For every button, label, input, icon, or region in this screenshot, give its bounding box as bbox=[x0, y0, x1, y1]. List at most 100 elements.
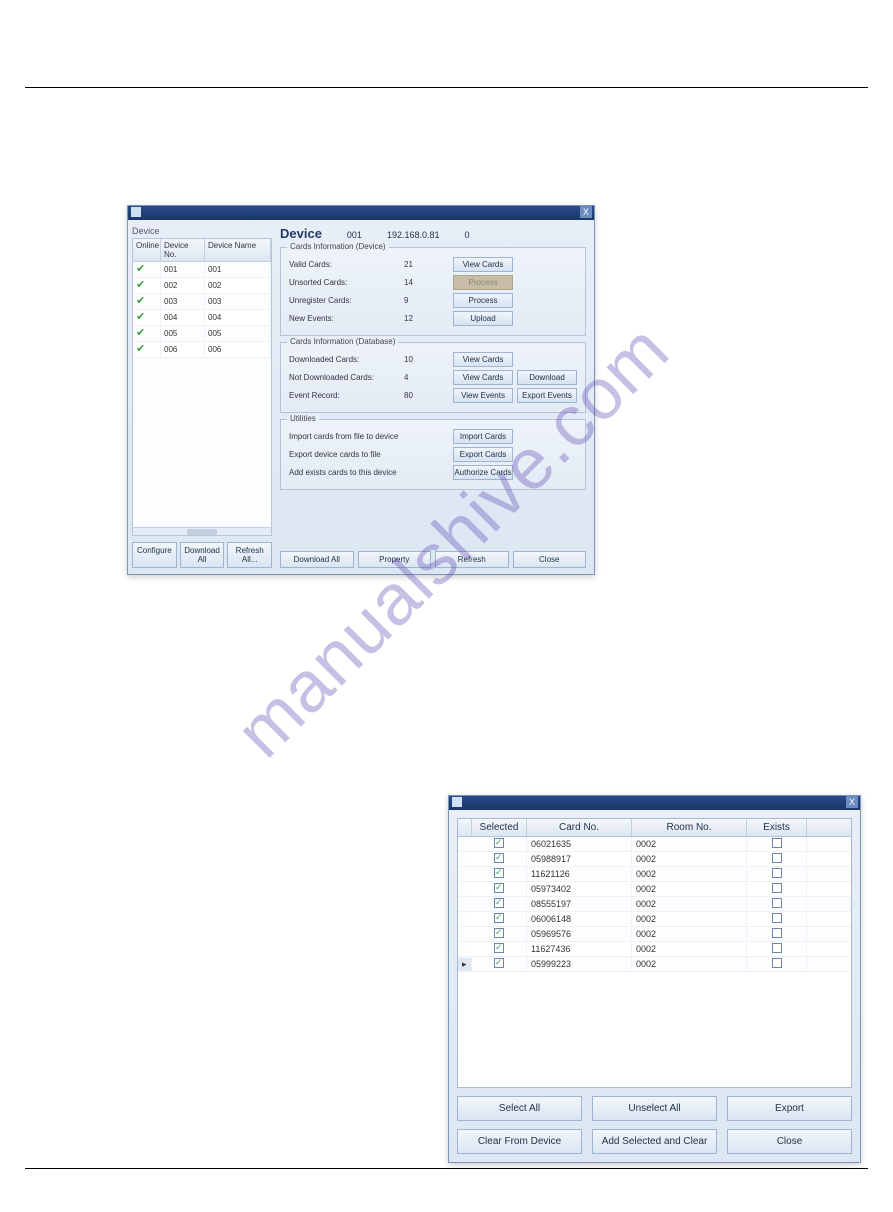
col-device-no[interactable]: Device No. bbox=[161, 239, 205, 261]
col-room-no[interactable]: Room No. bbox=[632, 819, 747, 836]
utility-action-button[interactable]: Import Cards bbox=[453, 429, 513, 444]
card-no-cell: 11621126 bbox=[527, 868, 632, 880]
device-name-cell: 003 bbox=[205, 295, 271, 308]
cards-device-legend: Cards Information (Device) bbox=[287, 242, 389, 251]
exists-checkbox[interactable] bbox=[772, 928, 782, 938]
configure-button[interactable]: Configure bbox=[132, 542, 177, 568]
row-marker bbox=[458, 888, 472, 890]
info-row: Not Downloaded Cards: 4 View CardsDownlo… bbox=[289, 370, 577, 385]
card-no-cell: 05999223 bbox=[527, 958, 632, 970]
exists-checkbox[interactable] bbox=[772, 898, 782, 908]
device-list-row[interactable]: ✔ 001 001 bbox=[133, 262, 271, 278]
info-action-button[interactable]: View Cards bbox=[453, 257, 513, 272]
col-online[interactable]: Online bbox=[133, 239, 161, 261]
exists-checkbox[interactable] bbox=[772, 913, 782, 923]
card-no-cell: 08555197 bbox=[527, 898, 632, 910]
info-action-button[interactable]: Process bbox=[453, 293, 513, 308]
close-button[interactable]: Close bbox=[513, 551, 587, 568]
close-icon[interactable]: X bbox=[580, 206, 592, 218]
close-button[interactable]: Close bbox=[727, 1129, 852, 1154]
selected-checkbox[interactable] bbox=[494, 943, 504, 953]
selected-checkbox[interactable] bbox=[494, 838, 504, 848]
device-list-row[interactable]: ✔ 006 006 bbox=[133, 342, 271, 358]
device-list-row[interactable]: ✔ 002 002 bbox=[133, 278, 271, 294]
info-action-button[interactable]: Upload bbox=[453, 311, 513, 326]
add-selected-clear-button[interactable]: Add Selected and Clear bbox=[592, 1129, 717, 1154]
info-value: 14 bbox=[404, 278, 449, 287]
bottom-download-all-button[interactable]: Download All bbox=[280, 551, 354, 568]
refresh-all-button[interactable]: Refresh All... bbox=[227, 542, 272, 568]
device-list-row[interactable]: ✔ 005 005 bbox=[133, 326, 271, 342]
exists-checkbox[interactable] bbox=[772, 853, 782, 863]
info-label: Downloaded Cards: bbox=[289, 355, 404, 364]
exists-checkbox[interactable] bbox=[772, 883, 782, 893]
info-action-button[interactable]: View Cards bbox=[453, 352, 513, 367]
download-all-button[interactable]: Download All bbox=[180, 542, 225, 568]
clear-from-device-button[interactable]: Clear From Device bbox=[457, 1129, 582, 1154]
row-marker bbox=[458, 873, 472, 875]
selected-checkbox[interactable] bbox=[494, 853, 504, 863]
app-icon bbox=[452, 797, 462, 807]
grid-row[interactable]: 11627436 0002 bbox=[458, 942, 851, 957]
utility-action-button[interactable]: Export Cards bbox=[453, 447, 513, 462]
grid-row[interactable]: 06021635 0002 bbox=[458, 837, 851, 852]
info-label: Valid Cards: bbox=[289, 260, 404, 269]
export-button[interactable]: Export bbox=[727, 1096, 852, 1121]
refresh-button[interactable]: Refresh bbox=[435, 551, 509, 568]
device-management-dialog: X Device Online Device No. Device Name ✔… bbox=[127, 205, 595, 575]
info-row: Downloaded Cards: 10 View Cards bbox=[289, 352, 577, 367]
grid-row[interactable]: 08555197 0002 bbox=[458, 897, 851, 912]
selected-checkbox[interactable] bbox=[494, 958, 504, 968]
device-name-cell: 006 bbox=[205, 343, 271, 356]
selected-checkbox[interactable] bbox=[494, 913, 504, 923]
card-no-cell: 06021635 bbox=[527, 838, 632, 850]
selected-checkbox[interactable] bbox=[494, 898, 504, 908]
selected-checkbox[interactable] bbox=[494, 928, 504, 938]
device-list-row[interactable]: ✔ 003 003 bbox=[133, 294, 271, 310]
info-action-button-2[interactable]: Download bbox=[517, 370, 577, 385]
info-action-button[interactable]: View Cards bbox=[453, 370, 513, 385]
device-no-cell: 004 bbox=[161, 311, 205, 324]
utility-label: Add exists cards to this device bbox=[289, 468, 449, 477]
grid-row[interactable]: 05973402 0002 bbox=[458, 882, 851, 897]
device-name-cell: 004 bbox=[205, 311, 271, 324]
grid-row[interactable]: 11621126 0002 bbox=[458, 867, 851, 882]
info-row: Unregister Cards: 9 Process bbox=[289, 293, 577, 308]
col-exists[interactable]: Exists bbox=[747, 819, 807, 836]
room-no-cell: 0002 bbox=[632, 943, 747, 955]
selected-checkbox[interactable] bbox=[494, 883, 504, 893]
online-check-icon: ✔ bbox=[136, 295, 145, 307]
row-marker bbox=[458, 918, 472, 920]
exists-checkbox[interactable] bbox=[772, 838, 782, 848]
property-button[interactable]: Property bbox=[358, 551, 432, 568]
unselect-all-button[interactable]: Unselect All bbox=[592, 1096, 717, 1121]
horizontal-scrollbar[interactable] bbox=[133, 527, 271, 535]
device-list: Online Device No. Device Name ✔ 001 001 … bbox=[132, 238, 272, 536]
exists-checkbox[interactable] bbox=[772, 958, 782, 968]
col-card-no[interactable]: Card No. bbox=[527, 819, 632, 836]
close-icon[interactable]: X bbox=[846, 796, 858, 808]
room-no-cell: 0002 bbox=[632, 958, 747, 970]
cards-db-legend: Cards Information (Database) bbox=[287, 337, 398, 346]
online-check-icon: ✔ bbox=[136, 263, 145, 275]
select-all-button[interactable]: Select All bbox=[457, 1096, 582, 1121]
grid-row[interactable]: 05969576 0002 bbox=[458, 927, 851, 942]
exists-checkbox[interactable] bbox=[772, 868, 782, 878]
utility-label: Import cards from file to device bbox=[289, 432, 449, 441]
info-action-button-2[interactable]: Export Events bbox=[517, 388, 577, 403]
info-action-button[interactable]: View Events bbox=[453, 388, 513, 403]
utility-action-button[interactable]: Authorize Cards bbox=[453, 465, 513, 480]
grid-header: Selected Card No. Room No. Exists bbox=[458, 819, 851, 837]
device-name-cell: 001 bbox=[205, 263, 271, 276]
col-device-name[interactable]: Device Name bbox=[205, 239, 271, 261]
grid-row[interactable]: 05988917 0002 bbox=[458, 852, 851, 867]
exists-checkbox[interactable] bbox=[772, 943, 782, 953]
col-selected[interactable]: Selected bbox=[472, 819, 527, 836]
grid-row[interactable]: ▸ 05999223 0002 bbox=[458, 957, 851, 972]
device-list-row[interactable]: ✔ 004 004 bbox=[133, 310, 271, 326]
grid-row[interactable]: 06006148 0002 bbox=[458, 912, 851, 927]
device-title: Device bbox=[280, 226, 322, 241]
online-check-icon: ✔ bbox=[136, 343, 145, 355]
device-list-pane: Device Online Device No. Device Name ✔ 0… bbox=[128, 220, 276, 574]
selected-checkbox[interactable] bbox=[494, 868, 504, 878]
